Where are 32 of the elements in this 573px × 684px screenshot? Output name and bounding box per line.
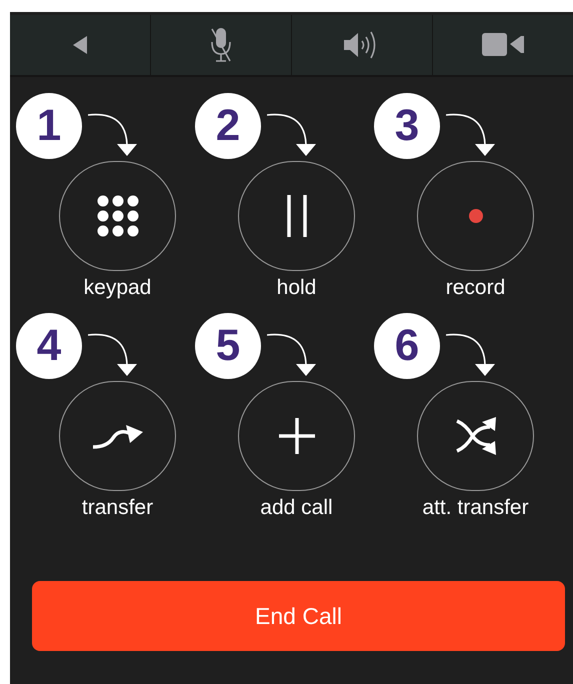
record-dot-icon xyxy=(468,208,482,223)
curved-arrow xyxy=(446,333,496,377)
step-number-badge: 2 xyxy=(195,93,261,159)
step-number-badge: 3 xyxy=(374,93,440,159)
mic-muted-icon xyxy=(210,27,232,63)
call-action-button[interactable] xyxy=(59,161,176,270)
end-call-button[interactable]: End Call xyxy=(32,581,565,651)
action-label: keypad xyxy=(84,274,152,300)
action-label: record xyxy=(446,274,506,300)
step-number-badge: 6 xyxy=(374,313,440,379)
shuffle-arrows-icon xyxy=(456,416,496,455)
curved-arrow xyxy=(88,333,138,377)
curved-arrow xyxy=(446,113,496,157)
step-number-badge: 1 xyxy=(16,93,82,159)
back-icon xyxy=(73,36,87,54)
curved-arrow xyxy=(88,113,138,157)
action-label: transfer xyxy=(82,494,154,520)
call-action-button[interactable] xyxy=(238,161,355,270)
curved-arrow xyxy=(267,333,317,377)
pause-icon xyxy=(286,194,308,237)
step-number-badge: 4 xyxy=(16,313,82,379)
video-camera-icon xyxy=(482,33,524,57)
action-label: hold xyxy=(276,274,316,300)
keypad-icon xyxy=(96,194,138,237)
call-action-button[interactable] xyxy=(59,381,176,490)
call-action-button[interactable] xyxy=(238,381,355,490)
action-label: att. transfer xyxy=(422,494,529,520)
step-number-badge: 5 xyxy=(195,313,261,379)
action-label: add call xyxy=(260,494,333,520)
call-action-button[interactable] xyxy=(417,381,534,490)
plus-icon xyxy=(278,418,314,454)
curved-arrow xyxy=(267,113,317,157)
